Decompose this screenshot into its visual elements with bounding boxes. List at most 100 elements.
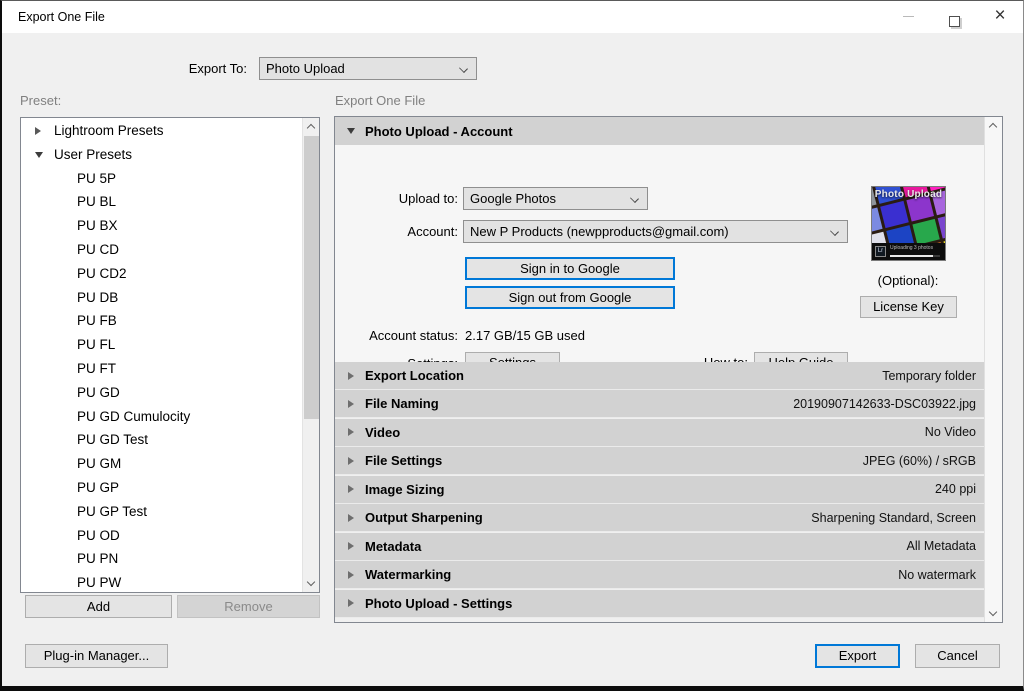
scroll-up-icon[interactable] <box>985 117 1003 134</box>
section-row[interactable]: File Settings JPEG (60%) / sRGB <box>335 447 985 475</box>
preset-item[interactable]: PU FL <box>21 333 302 357</box>
minimize-button[interactable] <box>885 1 931 33</box>
plugin-manager-button[interactable]: Plug-in Manager... <box>25 644 168 668</box>
scroll-down-icon[interactable] <box>303 575 320 592</box>
preset-scrollbar[interactable] <box>302 118 319 592</box>
cancel-button[interactable]: Cancel <box>915 644 1000 668</box>
preset-item-label: PU BX <box>21 214 302 238</box>
preset-item-label: PU GP <box>21 476 302 500</box>
triangle-collapsed-icon[interactable] <box>35 127 41 135</box>
section-row[interactable]: WatermarkingNo watermark <box>335 561 985 589</box>
section-row[interactable]: VideoNo Video <box>335 419 985 447</box>
section-value: Sharpening Standard, Screen <box>811 504 976 531</box>
main-panel-label: Export One File <box>335 93 425 108</box>
maximize-button[interactable] <box>931 1 977 33</box>
export-button[interactable]: Export <box>815 644 900 668</box>
account-label: Account: <box>335 220 458 243</box>
preset-item[interactable]: PU BX <box>21 214 302 238</box>
upload-to-label: Upload to: <box>335 187 458 210</box>
section-title: File Settings <box>365 447 442 474</box>
section-title: Output Sharpening <box>365 504 483 531</box>
preset-item[interactable]: PU FT <box>21 357 302 381</box>
chevron-down-icon <box>830 227 839 236</box>
preset-group[interactable]: User Presets <box>21 143 302 167</box>
section-value: All Metadata <box>907 533 976 560</box>
section-title: Image Sizing <box>365 476 444 503</box>
account-status-label: Account status: <box>335 324 458 347</box>
preset-item-label: PU FL <box>21 333 302 357</box>
titlebar: Export One File × <box>2 1 1023 33</box>
preset-item[interactable]: PU GM <box>21 452 302 476</box>
window-title: Export One File <box>18 1 105 33</box>
triangle-expanded-icon <box>347 128 355 134</box>
section-photo-upload-account[interactable]: Photo Upload - Account <box>335 117 985 145</box>
preset-item[interactable]: PU GP <box>21 476 302 500</box>
preset-item[interactable]: PU FB <box>21 309 302 333</box>
preset-item[interactable]: PU PW <box>21 571 302 592</box>
preset-item-label: PU DB <box>21 286 302 310</box>
plugin-logo-progressbar <box>890 255 940 257</box>
scroll-down-icon[interactable] <box>985 605 1003 622</box>
triangle-collapsed-icon <box>348 599 354 607</box>
preset-group[interactable]: Lightroom Presets <box>21 119 302 143</box>
section-value: Temporary folder <box>882 362 976 389</box>
main-panel-scrollbar[interactable] <box>984 117 1002 622</box>
scroll-up-icon[interactable] <box>303 118 320 135</box>
close-button[interactable]: × <box>977 1 1023 33</box>
account-value: New P Products (newpproducts@gmail.com) <box>470 224 729 239</box>
preset-item-label: PU PN <box>21 547 302 571</box>
section-title: Metadata <box>365 533 421 560</box>
section-title: Export Location <box>365 362 464 389</box>
upload-to-dropdown[interactable]: Google Photos <box>463 187 648 210</box>
preset-item[interactable]: PU PN <box>21 547 302 571</box>
plugin-logo-image: Photo Upload Lr Uploading 3 photos <box>871 186 946 261</box>
preset-item[interactable]: PU BL <box>21 190 302 214</box>
preset-item-label: PU FT <box>21 357 302 381</box>
preset-item-label: PU CD <box>21 238 302 262</box>
section-row[interactable]: Output Sharpening Sharpening Standard, Sc… <box>335 504 985 532</box>
sign-in-google-button[interactable]: Sign in to Google <box>465 257 675 280</box>
preset-item-label: PU CD2 <box>21 262 302 286</box>
preset-item-label: PU GD <box>21 381 302 405</box>
add-preset-button[interactable]: Add <box>25 595 172 618</box>
triangle-expanded-icon[interactable] <box>35 152 43 158</box>
export-to-value: Photo Upload <box>266 61 345 76</box>
scrollbar-thumb[interactable] <box>304 136 319 419</box>
sign-out-google-button[interactable]: Sign out from Google <box>465 286 675 309</box>
preset-item[interactable]: PU GD Test <box>21 428 302 452</box>
section-title: Photo Upload - Settings <box>365 590 512 617</box>
preset-item-label: PU GD Cumulocity <box>21 405 302 429</box>
account-dropdown[interactable]: New P Products (newpproducts@gmail.com) <box>463 220 848 243</box>
preset-item-label: PU GP Test <box>21 500 302 524</box>
preset-item-label: User Presets <box>21 143 302 167</box>
chevron-down-icon <box>459 64 468 73</box>
section-row[interactable]: Metadata All Metadata <box>335 533 985 561</box>
preset-item[interactable]: PU OD <box>21 524 302 548</box>
section-title: Watermarking <box>365 561 451 588</box>
remove-preset-button[interactable]: Remove <box>177 595 320 618</box>
export-to-dropdown[interactable]: Photo Upload <box>259 57 477 80</box>
section-row[interactable]: Image Sizing240 ppi <box>335 476 985 504</box>
preset-item[interactable]: PU 5P <box>21 167 302 191</box>
section-value: JPEG (60%) / sRGB <box>863 447 976 474</box>
triangle-collapsed-icon <box>348 457 354 465</box>
preset-item[interactable]: PU GP Test <box>21 500 302 524</box>
preset-item[interactable]: PU CD <box>21 238 302 262</box>
upload-to-value: Google Photos <box>470 191 556 206</box>
section-row[interactable]: File Naming20190907142633-DSC03922.jpg <box>335 390 985 418</box>
preset-item[interactable]: PU GD <box>21 381 302 405</box>
preset-item[interactable]: PU DB <box>21 286 302 310</box>
preset-item[interactable]: PU CD2 <box>21 262 302 286</box>
preset-item-label: Lightroom Presets <box>21 119 302 143</box>
section-row[interactable]: Export Location Temporary folder <box>335 362 985 390</box>
account-status-value: 2.17 GB/15 GB used <box>465 324 585 347</box>
collapsed-sections: Export Location Temporary folderFile Nami… <box>335 362 985 618</box>
license-key-button[interactable]: License Key <box>860 296 957 318</box>
preset-item[interactable]: PU GD Cumulocity <box>21 405 302 429</box>
preset-item-label: PU BL <box>21 190 302 214</box>
section-row[interactable]: Photo Upload - Settings <box>335 590 985 618</box>
lightroom-icon: Lr <box>875 246 886 257</box>
preset-items: Lightroom PresetsUser PresetsPU 5PPU BLP… <box>21 119 302 592</box>
section-value: No Video <box>925 419 976 446</box>
triangle-collapsed-icon <box>348 514 354 522</box>
